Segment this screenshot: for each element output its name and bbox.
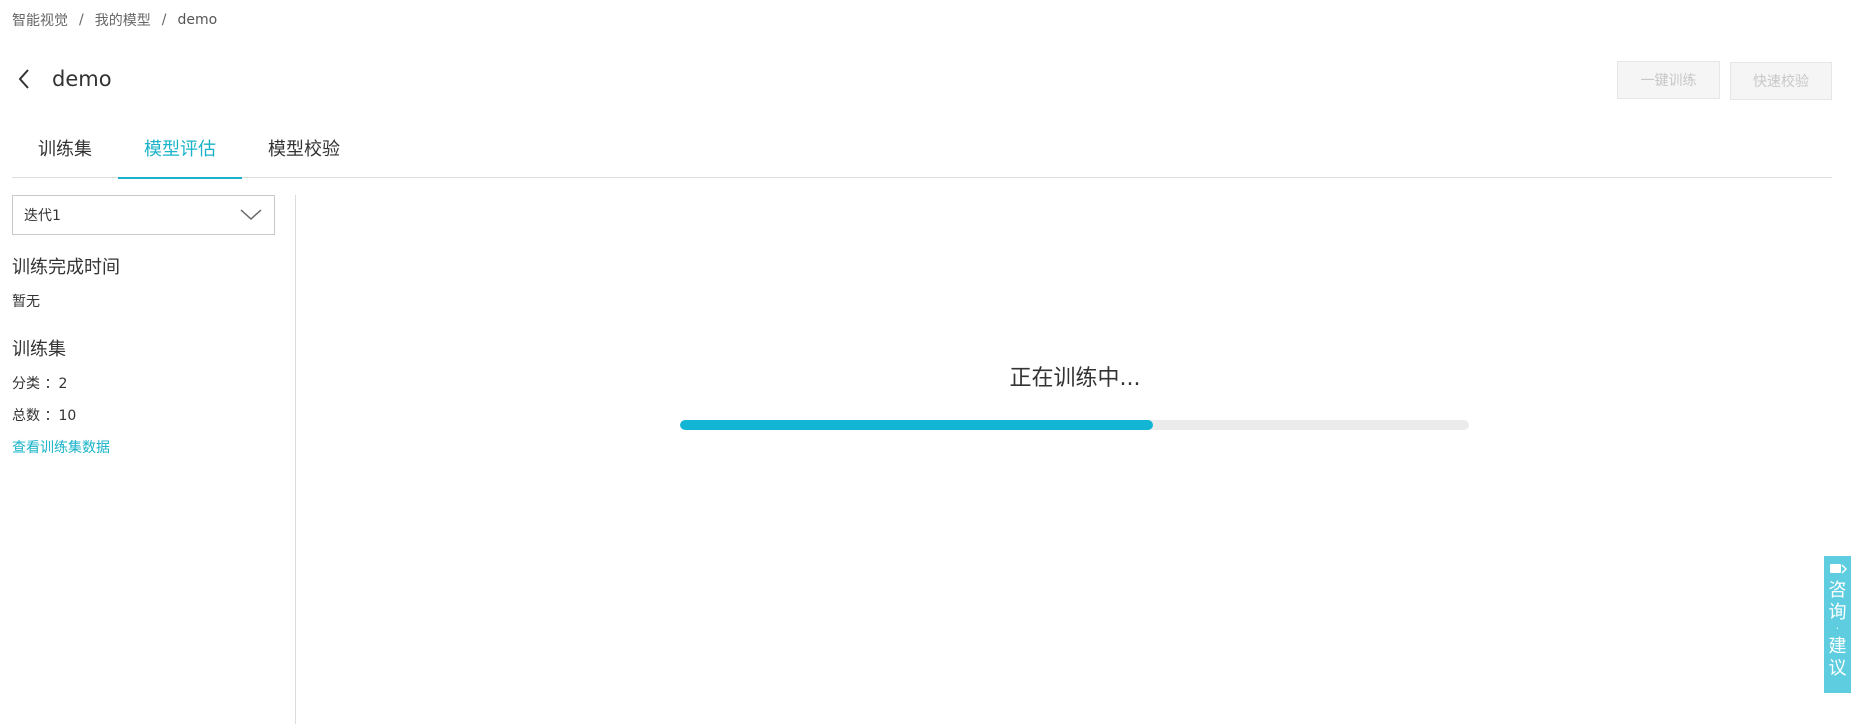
sidebar: 迭代1 训练完成时间 暂无 训练集 分类 ：2 总数 ：10 查看训练集数据 (12, 195, 287, 457)
consult-char: 询 (1828, 602, 1847, 623)
title-row: demo (12, 62, 112, 96)
iteration-select[interactable]: 迭代1 (12, 195, 275, 235)
chat-icon (1829, 564, 1847, 574)
breadcrumb-separator: / (79, 12, 84, 28)
page-title: demo (52, 67, 112, 91)
consult-char: 建 (1828, 636, 1847, 657)
consult-char: 咨 (1828, 580, 1847, 601)
breadcrumb-separator: / (161, 12, 167, 28)
one-click-train-button[interactable]: 一键训练 (1617, 61, 1720, 99)
breadcrumb-smart-vision[interactable]: 智能视觉 (12, 10, 68, 30)
completion-time-value: 暂无 (12, 294, 40, 310)
breadcrumb-my-models[interactable]: 我的模型 (95, 10, 151, 30)
chevron-down-icon (240, 209, 262, 221)
consult-dot: · (1835, 624, 1840, 635)
consult-feedback-tab[interactable]: 咨 询 · 建 议 (1824, 556, 1851, 693)
total-count: 总数 ：10 (12, 408, 77, 424)
breadcrumb: 智能视觉 / 我的模型 / demo (12, 10, 217, 30)
dataset-title: 训练集 (12, 339, 66, 360)
consult-char: 议 (1828, 658, 1847, 679)
view-training-data-link[interactable]: 查看训练集数据 (12, 437, 287, 457)
quick-verify-button[interactable]: 快速校验 (1730, 62, 1832, 100)
completion-time-title: 训练完成时间 (12, 257, 120, 278)
training-status-text: 正在训练中... (1009, 366, 1141, 391)
vertical-divider (295, 195, 296, 724)
training-progress-bar (680, 420, 1469, 430)
iteration-select-value: 迭代1 (24, 208, 61, 224)
back-button[interactable] (12, 67, 36, 91)
tab-model-evaluation[interactable]: 模型评估 (118, 130, 242, 179)
training-progress-fill (680, 420, 1154, 430)
breadcrumb-current: demo (177, 12, 218, 28)
category-count: 分类 ：2 (12, 376, 68, 392)
tab-model-verification[interactable]: 模型校验 (242, 130, 366, 178)
tab-bar: 训练集 模型评估 模型校验 (12, 130, 1832, 179)
tab-training-set[interactable]: 训练集 (12, 130, 118, 178)
chevron-left-icon (18, 69, 29, 89)
